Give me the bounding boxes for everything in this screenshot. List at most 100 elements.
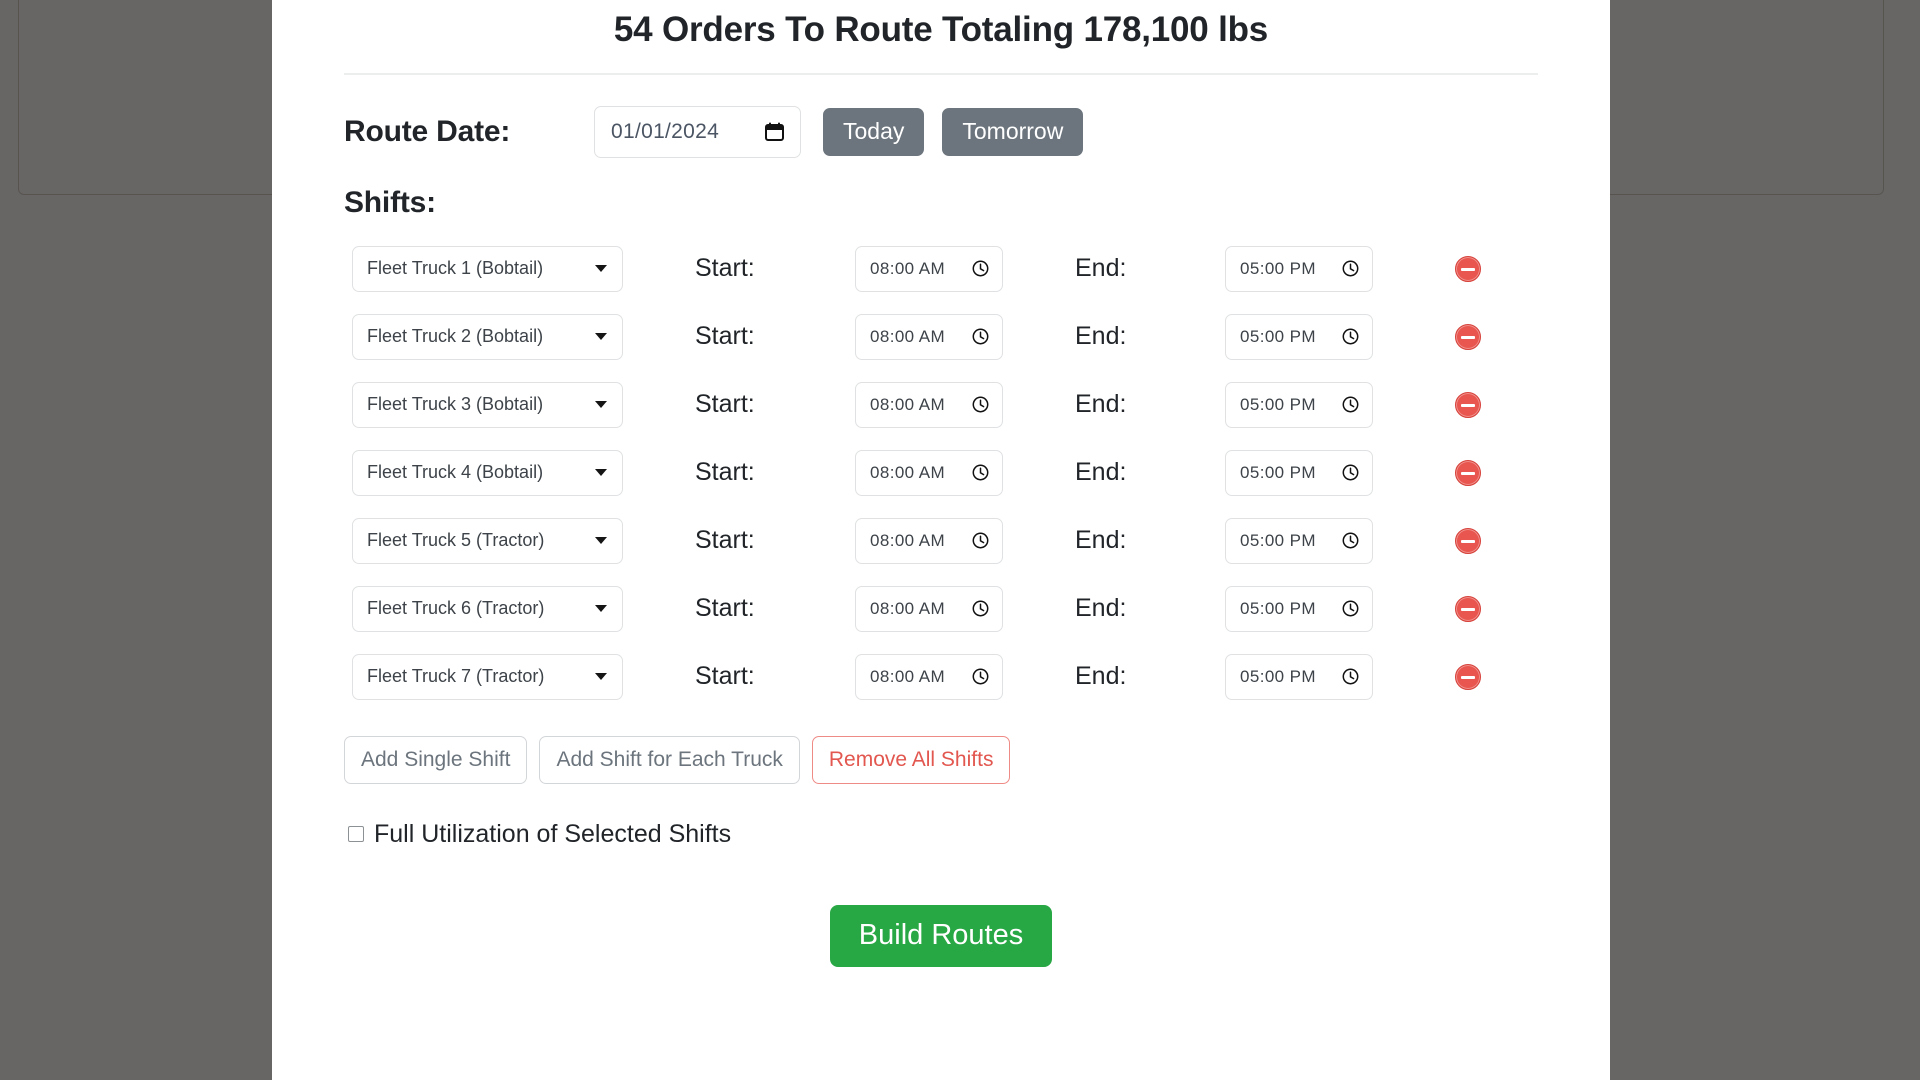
start-time-input[interactable]: 08:00 AM [855, 653, 1003, 700]
shifts-heading: Shifts: [344, 185, 436, 219]
end-time-input[interactable]: 05:00 PM [1225, 449, 1373, 496]
truck-select-value: Fleet Truck 2 (Bobtail) [367, 326, 544, 347]
calendar-icon[interactable] [765, 122, 784, 142]
shift-row: Fleet Truck 3 (Bobtail) Start: 08:00 AM End… [344, 381, 1538, 428]
truck-select-value: Fleet Truck 7 (Tractor) [367, 666, 545, 687]
remove-shift-button[interactable] [1455, 255, 1481, 282]
remove-all-shifts-button[interactable]: Remove All Shifts [811, 735, 1011, 784]
title-divider [344, 72, 1538, 75]
truck-select[interactable]: Fleet Truck 2 (Bobtail) [352, 313, 623, 360]
end-time-value: 05:00 PM [1240, 530, 1316, 550]
clock-icon[interactable] [1342, 328, 1359, 345]
chevron-down-icon [595, 537, 607, 545]
today-button[interactable]: Today [823, 107, 925, 156]
clock-icon[interactable] [972, 600, 989, 617]
truck-select-value: Fleet Truck 4 (Bobtail) [367, 462, 544, 483]
clock-icon[interactable] [1342, 464, 1359, 481]
clock-icon[interactable] [1342, 532, 1359, 549]
start-time-value: 08:00 AM [870, 326, 946, 346]
end-label: End: [1075, 322, 1127, 351]
chevron-down-icon [595, 673, 607, 681]
end-time-input[interactable]: 05:00 PM [1225, 517, 1373, 564]
truck-select[interactable]: Fleet Truck 4 (Bobtail) [352, 449, 623, 496]
start-time-input[interactable]: 08:00 AM [855, 585, 1003, 632]
clock-icon[interactable] [972, 668, 989, 685]
shift-row: Fleet Truck 6 (Tractor) Start: 08:00 AM End… [344, 585, 1538, 632]
end-time-input[interactable]: 05:00 PM [1225, 653, 1373, 700]
clock-icon[interactable] [972, 260, 989, 277]
full-utilization-label: Full Utilization of Selected Shifts [374, 819, 732, 848]
end-time-value: 05:00 PM [1240, 326, 1316, 346]
remove-shift-button[interactable] [1455, 391, 1481, 418]
truck-select-value: Fleet Truck 5 (Tractor) [367, 530, 545, 551]
build-routes-button[interactable]: Build Routes [829, 904, 1053, 967]
clock-icon[interactable] [1342, 668, 1359, 685]
chevron-down-icon [595, 333, 607, 341]
add-shift-each-truck-button[interactable]: Add Shift for Each Truck [539, 735, 800, 784]
end-time-value: 05:00 PM [1240, 666, 1316, 686]
remove-shift-button[interactable] [1455, 323, 1481, 350]
end-label: End: [1075, 254, 1127, 283]
chevron-down-icon [595, 469, 607, 477]
end-time-input[interactable]: 05:00 PM [1225, 313, 1373, 360]
start-time-input[interactable]: 08:00 AM [855, 517, 1003, 564]
start-time-input[interactable]: 08:00 AM [855, 381, 1003, 428]
route-date-value: 01/01/2024 [611, 119, 720, 143]
start-time-value: 08:00 AM [870, 258, 946, 278]
start-label: Start: [695, 526, 755, 555]
route-date-input[interactable]: 01/01/2024 [594, 105, 801, 158]
start-label: Start: [695, 662, 755, 691]
clock-icon[interactable] [1342, 260, 1359, 277]
truck-select[interactable]: Fleet Truck 1 (Bobtail) [352, 245, 623, 292]
full-utilization-row: Full Utilization of Selected Shifts [348, 820, 1538, 849]
clock-icon[interactable] [972, 464, 989, 481]
remove-shift-button[interactable] [1455, 527, 1481, 554]
remove-shift-button[interactable] [1455, 663, 1481, 690]
end-label: End: [1075, 662, 1127, 691]
full-utilization-checkbox[interactable] [348, 826, 364, 843]
start-time-input[interactable]: 08:00 AM [855, 449, 1003, 496]
modal-body: 54 Orders To Route Totaling 178,100 lbs … [272, 0, 1610, 967]
start-time-value: 08:00 AM [870, 530, 946, 550]
end-label: End: [1075, 526, 1127, 555]
truck-select-value: Fleet Truck 3 (Bobtail) [367, 394, 544, 415]
tomorrow-button[interactable]: Tomorrow [942, 107, 1084, 156]
shift-row: Fleet Truck 5 (Tractor) Start: 08:00 AM End… [344, 517, 1538, 564]
end-label: End: [1075, 594, 1127, 623]
remove-shift-button[interactable] [1455, 459, 1481, 486]
start-time-input[interactable]: 08:00 AM [855, 245, 1003, 292]
end-time-input[interactable]: 05:00 PM [1225, 381, 1373, 428]
shift-row: Fleet Truck 7 (Tractor) Start: 08:00 AM End… [344, 653, 1538, 700]
clock-icon[interactable] [972, 396, 989, 413]
truck-select[interactable]: Fleet Truck 7 (Tractor) [352, 653, 623, 700]
chevron-down-icon [595, 605, 607, 613]
start-time-value: 08:00 AM [870, 394, 946, 414]
clock-icon[interactable] [1342, 600, 1359, 617]
end-time-input[interactable]: 05:00 PM [1225, 245, 1373, 292]
start-time-value: 08:00 AM [870, 598, 946, 618]
shift-row: Fleet Truck 2 (Bobtail) Start: 08:00 AM End… [344, 313, 1538, 360]
remove-shift-button[interactable] [1455, 595, 1481, 622]
truck-select-value: Fleet Truck 6 (Tractor) [367, 598, 545, 619]
chevron-down-icon [595, 265, 607, 273]
chevron-down-icon [595, 401, 607, 409]
start-label: Start: [695, 254, 755, 283]
clock-icon[interactable] [972, 532, 989, 549]
clock-icon[interactable] [972, 328, 989, 345]
add-single-shift-button[interactable]: Add Single Shift [344, 735, 528, 784]
end-time-value: 05:00 PM [1240, 462, 1316, 482]
end-time-input[interactable]: 05:00 PM [1225, 585, 1373, 632]
route-date-label: Route Date: [344, 114, 511, 148]
clock-icon[interactable] [1342, 396, 1359, 413]
shift-action-buttons: Add Single Shift Add Shift for Each Truc… [344, 735, 1538, 784]
start-time-input[interactable]: 08:00 AM [855, 313, 1003, 360]
start-time-value: 08:00 AM [870, 462, 946, 482]
build-routes-row: Build Routes [344, 904, 1538, 967]
end-time-value: 05:00 PM [1240, 394, 1316, 414]
truck-select[interactable]: Fleet Truck 3 (Bobtail) [352, 381, 623, 428]
start-label: Start: [695, 322, 755, 351]
shift-rows-container: Fleet Truck 1 (Bobtail) Start: 08:00 AM End… [344, 245, 1538, 700]
truck-select[interactable]: Fleet Truck 6 (Tractor) [352, 585, 623, 632]
truck-select[interactable]: Fleet Truck 5 (Tractor) [352, 517, 623, 564]
app-root: 54 Orders To Route Totaling 178,100 lbs … [0, 0, 1920, 1080]
